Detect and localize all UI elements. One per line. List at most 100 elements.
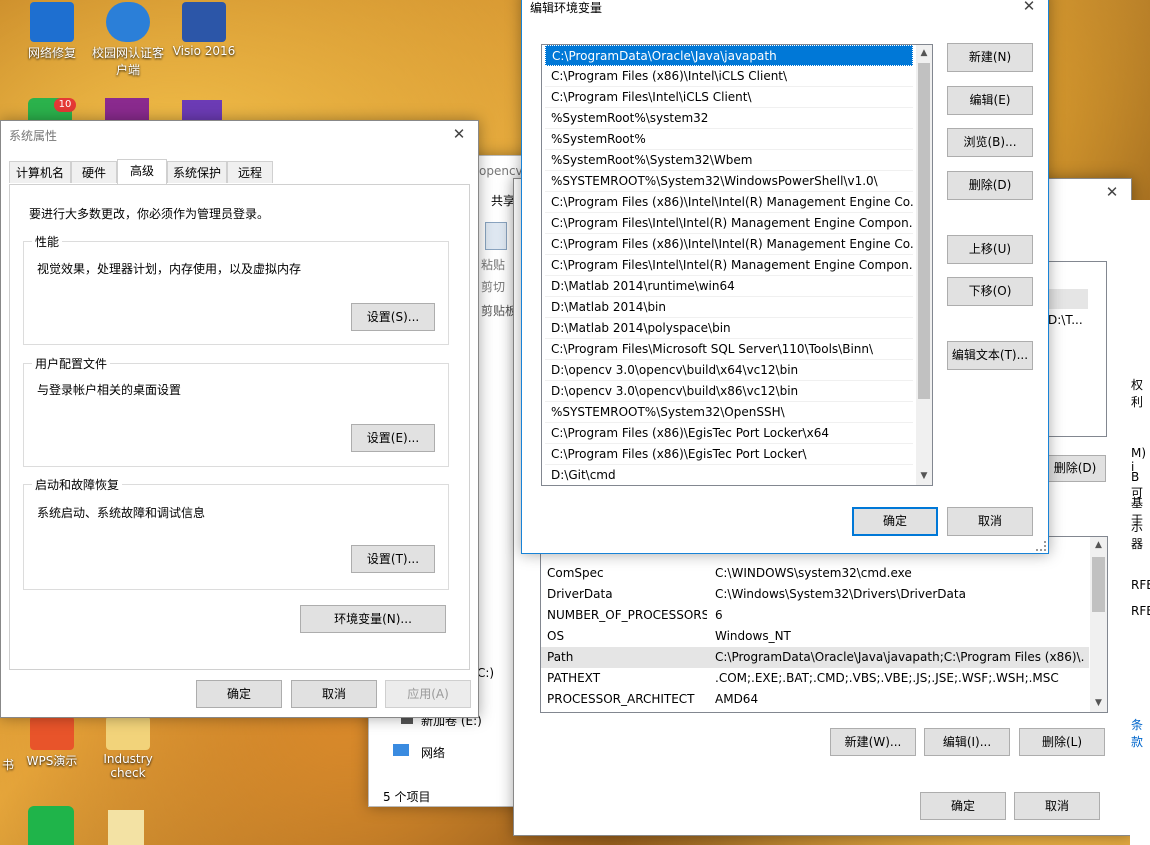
chevron-up-icon[interactable]: ▲: [916, 45, 932, 62]
close-icon[interactable]: ✕: [448, 125, 470, 143]
network-icon: [393, 744, 409, 756]
startup-settings-button[interactable]: 设置(T)...: [351, 545, 435, 573]
nav-item-network[interactable]: 网络: [421, 744, 445, 761]
path-list-item[interactable]: C:\Program Files (x86)\Intel\Intel(R) Ma…: [545, 192, 913, 213]
path-list-item[interactable]: C:\Program Files\Intel\Intel(R) Manageme…: [545, 255, 913, 276]
table-row[interactable]: OS Windows_NT: [541, 626, 1089, 647]
apply-button[interactable]: 应用(A): [385, 680, 471, 708]
table-row[interactable]: Path C:\ProgramData\Oracle\Java\javapath;…: [541, 647, 1089, 668]
clipboard-group-label: 剪贴板: [481, 304, 518, 318]
table-row[interactable]: PATHEXT .COM;.EXE;.BAT;.CMD;.VBS;.VBE;.JS…: [541, 668, 1089, 689]
table-row[interactable]: PROCESSOR_ARCHITECT AMD64: [541, 689, 1089, 710]
performance-settings-button[interactable]: 设置(S)...: [351, 303, 435, 331]
path-list-item[interactable]: %SYSTEMROOT%\System32\OpenSSH\: [545, 402, 913, 423]
group-description: 视觉效果，处理器计划，内存使用，以及虚拟内存: [37, 262, 302, 276]
resize-grip-icon[interactable]: [1036, 541, 1046, 551]
path-list-item[interactable]: C:\Program Files (x86)\EgisTec Port Lock…: [545, 423, 913, 444]
table-row[interactable]: DriverData C:\Windows\System32\Drivers\Dr…: [541, 584, 1089, 605]
system-new-button[interactable]: 新建(W)...: [830, 728, 916, 756]
dialog-title: 编辑环境变量: [530, 1, 603, 15]
move-up-button[interactable]: 上移(U): [947, 235, 1033, 264]
desktop-icon-industry-check[interactable]: Industry check: [88, 716, 168, 780]
ribbon-tab-share[interactable]: 共享: [491, 192, 515, 209]
chevron-down-icon[interactable]: ▼: [1090, 695, 1107, 712]
table-row[interactable]: NUMBER_OF_PROCESSORS 6: [541, 605, 1089, 626]
system-delete-button[interactable]: 删除(L): [1019, 728, 1105, 756]
tab-remote[interactable]: 远程: [227, 161, 273, 183]
edit-text-button[interactable]: 编辑文本(T)...: [947, 341, 1033, 370]
desktop-icon-label: Industry check: [103, 752, 153, 780]
desktop-icon-visio[interactable]: Visio 2016: [164, 2, 244, 58]
profile-settings-button[interactable]: 设置(E)...: [351, 424, 435, 452]
cut-label[interactable]: 剪切: [481, 278, 505, 295]
path-list-item[interactable]: %SystemRoot%\System32\Wbem: [545, 150, 913, 171]
path-list-item[interactable]: C:\Program Files\Intel\iCLS Client\: [545, 87, 913, 108]
desktop-icon-campus-auth[interactable]: 校园网认证客户端: [88, 2, 168, 78]
system-vars-scrollbar[interactable]: ▲ ▼: [1090, 537, 1107, 712]
path-list-item[interactable]: C:\ProgramData\Oracle\Java\javapath: [545, 45, 913, 66]
group-description: 与登录帐户相关的桌面设置: [37, 383, 182, 397]
breadcrumb: opencv: [479, 164, 523, 178]
clipboard-icon[interactable]: [485, 222, 507, 250]
move-down-button[interactable]: 下移(O): [947, 277, 1033, 306]
table-row[interactable]: ComSpec C:\WINDOWS\system32\cmd.exe: [541, 563, 1089, 584]
close-icon[interactable]: ✕: [1101, 183, 1123, 201]
scroll-thumb[interactable]: [918, 63, 930, 399]
ok-button[interactable]: 确定: [852, 507, 938, 536]
var-value: C:\Windows\System32\Drivers\DriverData: [715, 587, 966, 601]
path-list-item[interactable]: D:\Git\cmd: [545, 465, 913, 485]
tab-advanced[interactable]: 高级: [117, 159, 167, 184]
system-vars-list[interactable]: ComSpec C:\WINDOWS\system32\cmd.exe Drive…: [540, 536, 1108, 713]
desktop-icon-network-repair[interactable]: 网络修复: [12, 2, 92, 61]
path-list-item[interactable]: C:\Program Files\Microsoft SQL Server\11…: [545, 339, 913, 360]
app-icon-vs[interactable]: [182, 100, 222, 122]
path-list-item[interactable]: C:\Program Files (x86)\EgisTec Port Lock…: [545, 444, 913, 465]
bg-link-fragment[interactable]: 条款: [1131, 716, 1150, 750]
path-list-item[interactable]: D:\Matlab 2014\bin: [545, 297, 913, 318]
path-list-item[interactable]: %SYSTEMROOT%\System32\WindowsPowerShell\…: [545, 171, 913, 192]
path-list-scrollbar[interactable]: ▲ ▼: [916, 45, 932, 485]
system-edit-button[interactable]: 编辑(I)...: [924, 728, 1010, 756]
path-list[interactable]: C:\ProgramData\Oracle\Java\javapath C:\Pr…: [541, 44, 933, 486]
environment-variables-button[interactable]: 环境变量(N)...: [300, 605, 446, 633]
notification-badge: 10: [54, 98, 76, 112]
desktop-icon-label: Visio 2016: [172, 44, 236, 58]
path-list-item[interactable]: C:\Program Files (x86)\Intel\Intel(R) Ma…: [545, 234, 913, 255]
new-button[interactable]: 新建(N): [947, 43, 1033, 72]
user-vars-list[interactable]: [1048, 261, 1107, 437]
ok-button[interactable]: 确定: [196, 680, 282, 708]
path-list-item[interactable]: D:\Matlab 2014\runtime\win64: [545, 276, 913, 297]
env-cancel-button[interactable]: 取消: [1014, 792, 1100, 820]
scroll-thumb[interactable]: [1092, 557, 1105, 612]
tab-computer-name[interactable]: 计算机名: [9, 161, 71, 183]
chevron-up-icon[interactable]: ▲: [1090, 537, 1107, 554]
path-list-item[interactable]: %SystemRoot%: [545, 129, 913, 150]
path-list-item[interactable]: C:\Program Files (x86)\Intel\iCLS Client…: [545, 66, 913, 87]
path-list-item[interactable]: %SystemRoot%\system32: [545, 108, 913, 129]
user-delete-button[interactable]: 删除(D): [1044, 455, 1106, 482]
path-list-item[interactable]: D:\opencv 3.0\opencv\build\x86\vc12\bin: [545, 381, 913, 402]
path-rows: C:\ProgramData\Oracle\Java\javapath C:\Pr…: [545, 45, 913, 485]
drive-c-fragment: C:): [477, 666, 495, 680]
browse-button[interactable]: 浏览(B)...: [947, 128, 1033, 157]
app-icon-green-s[interactable]: [28, 806, 74, 845]
bg-text-fragment: 示器: [1131, 520, 1144, 551]
cancel-button[interactable]: 取消: [947, 507, 1033, 536]
group-legend: 启动和故障恢复: [32, 476, 123, 493]
path-list-item[interactable]: C:\Program Files\Intel\Intel(R) Manageme…: [545, 213, 913, 234]
env-ok-button[interactable]: 确定: [920, 792, 1006, 820]
edit-button[interactable]: 编辑(E): [947, 86, 1033, 115]
cancel-button[interactable]: 取消: [291, 680, 377, 708]
tab-system-protection[interactable]: 系统保护: [167, 161, 227, 183]
tab-hardware[interactable]: 硬件: [71, 161, 117, 183]
var-name: PATHEXT: [547, 671, 601, 685]
desktop-icon-wps[interactable]: WPS演示: [12, 716, 92, 769]
close-icon[interactable]: ✕: [1018, 0, 1040, 15]
delete-button[interactable]: 删除(D): [947, 171, 1033, 200]
path-list-item[interactable]: D:\opencv 3.0\opencv\build\x64\vc12\bin: [545, 360, 913, 381]
path-list-item[interactable]: D:\Matlab 2014\polyspace\bin: [545, 318, 913, 339]
chevron-down-icon[interactable]: ▼: [916, 468, 932, 485]
group-description: 系统启动、系统故障和调试信息: [37, 506, 206, 520]
app-icon-books[interactable]: [105, 98, 149, 122]
app-icon-folder[interactable]: [108, 810, 144, 845]
